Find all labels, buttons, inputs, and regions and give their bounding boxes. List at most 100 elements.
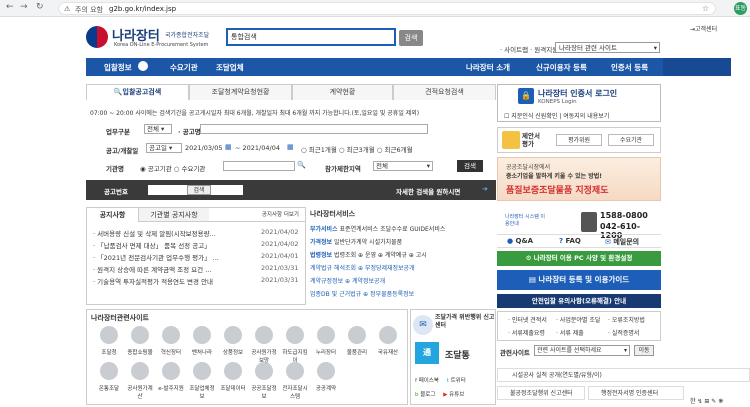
list-item[interactable]: · 「2021년 전문검사기관 업무수행 평가」 ...: [93, 252, 219, 262]
related-site-select[interactable]: 관련 사이트를 선택하세요 ▾: [534, 345, 630, 356]
date-to[interactable]: ~ 2021/04/04: [235, 144, 280, 152]
pc-spec-button[interactable]: ⚙ 나라장터 이용 PC 사양 및 환경설정: [497, 251, 661, 266]
related-site-icon[interactable]: [317, 326, 335, 344]
nav-bid-info[interactable]: 입찰정보: [104, 62, 132, 73]
service-row[interactable]: 계약법규 해석조회 ⊕ 부정당제재정보공개: [310, 263, 415, 272]
profile-avatar[interactable]: 표동: [734, 2, 747, 15]
list-item[interactable]: · 기술용역 투자실적평가 적용연도 변경 안내: [93, 276, 213, 286]
work-type-select[interactable]: 전체 ▾: [144, 124, 172, 134]
related-site-label[interactable]: 물품관리: [342, 348, 372, 356]
calendar-icon[interactable]: ▦: [287, 143, 294, 151]
quick-link[interactable]: · 인터넷 견적서: [508, 315, 547, 324]
related-site-label[interactable]: 공사원가계산: [125, 384, 155, 400]
tab-agency-notices[interactable]: 기관별 공지사항: [139, 208, 209, 222]
nav-about[interactable]: 나라장터 소개: [466, 62, 510, 73]
related-sites-select[interactable]: 나라장터 관련 사이트 ▾: [555, 42, 660, 53]
twitter-icon[interactable]: t: [447, 378, 449, 384]
period-type-select[interactable]: 공고일 ▾: [146, 143, 182, 153]
facebook-icon[interactable]: f: [415, 378, 417, 384]
service-row[interactable]: 법령정보 법령조회 ⊕ 운영 ⊕ 계약예규 ⊕ 고시: [310, 250, 427, 259]
related-site-label[interactable]: 전자조달시스템: [280, 384, 310, 400]
related-site-label[interactable]: 온통조달: [94, 384, 124, 392]
qna-link[interactable]: ● Q&A: [507, 237, 533, 245]
tab-bid-notice[interactable]: 🔍입찰공고검색: [86, 84, 189, 100]
related-site-icon[interactable]: [348, 326, 366, 344]
related-site-label[interactable]: 벤처나라: [187, 348, 217, 356]
agency-input[interactable]: [223, 161, 295, 171]
tab-contract-status[interactable]: 계약현황: [292, 84, 393, 100]
search-icon[interactable]: 🔍: [297, 161, 306, 169]
related-site-icon[interactable]: [162, 326, 180, 344]
eval-agency-button[interactable]: 수요기관: [608, 134, 654, 146]
related-site-icon[interactable]: [193, 326, 211, 344]
related-site-icon[interactable]: [100, 362, 118, 380]
notice-name-input[interactable]: [200, 124, 428, 134]
nav-cert-register[interactable]: 인증서 등록: [611, 62, 648, 73]
tab-contract-request[interactable]: 조달청계약요청현황: [189, 84, 292, 100]
quick-link[interactable]: · 사업분야별 조달: [556, 315, 600, 324]
lang-switch[interactable]: 한 ↯ ⊞ ✎ ❋: [690, 396, 723, 405]
related-site-label[interactable]: 상품정보: [218, 348, 248, 356]
region-select[interactable]: 전체 ▾: [373, 161, 433, 171]
related-site-icon[interactable]: [193, 362, 211, 380]
quick-link[interactable]: · 실적증명서: [608, 328, 639, 337]
search-scope[interactable]: 통합검색: [229, 31, 269, 43]
list-item[interactable]: · 원격지 상승에 따른 계약금액 조정 요건 ...: [93, 264, 211, 274]
related-site-icon[interactable]: [162, 362, 180, 380]
back-icon[interactable]: ←: [6, 2, 14, 12]
app-name[interactable]: 조달통: [445, 348, 470, 361]
login-options[interactable]: ☐ 지문인식 신원확인 | 여동지의 내용보기: [504, 111, 609, 120]
service-row[interactable]: 계약규정정보 ⊕ 계약정보공개: [310, 276, 385, 285]
faq-link[interactable]: ? FAQ: [559, 237, 581, 245]
blog-icon[interactable]: b: [415, 392, 419, 398]
service-row[interactable]: 가격정보 일반단가계약 시설가치물품: [310, 237, 402, 246]
related-site-label[interactable]: 조달데이터: [218, 384, 248, 392]
related-site-label[interactable]: 누리장터: [311, 348, 341, 356]
service-row[interactable]: 업종DB 및 근거법규 ⊕ 정부물품등록정보: [310, 289, 414, 298]
report-unfair-link[interactable]: 불공정조달행위 신고센터: [497, 386, 585, 400]
related-site-icon[interactable]: [255, 362, 273, 380]
reload-icon[interactable]: ↻: [36, 2, 44, 12]
related-site-label[interactable]: 조달업체정보: [187, 384, 217, 400]
tab-notices[interactable]: 공지사항: [87, 208, 139, 222]
range-options[interactable]: ○ 최근1개월 ○ 최근3개월 ○ 최근6개월: [301, 144, 413, 154]
report-center-link[interactable]: 조달가격 위반행위 신고센터: [435, 314, 495, 330]
related-site-icon[interactable]: [224, 326, 242, 344]
forward-icon[interactable]: →: [20, 2, 28, 12]
safe-bid-alert[interactable]: 안전입찰 유의사항(오류해결) 안내: [497, 294, 661, 308]
related-site-label[interactable]: 조달청: [94, 348, 124, 356]
related-site-label[interactable]: e-발주지원: [156, 384, 186, 392]
go-button[interactable]: 이동: [634, 345, 654, 356]
related-site-icon[interactable]: [317, 362, 335, 380]
agency-options[interactable]: ◉ 공고기관 ○ 수요기관: [140, 163, 205, 173]
notices-more-link[interactable]: 공지사항 더보기: [209, 208, 305, 222]
user-guide-button[interactable]: ▤ 나라장터 등록 및 이용가이드: [497, 270, 661, 290]
related-site-icon[interactable]: [255, 326, 273, 344]
related-site-icon[interactable]: [131, 326, 149, 344]
related-site-icon[interactable]: [286, 362, 304, 380]
customer-center-link[interactable]: ⇥고객센터: [690, 24, 717, 33]
related-site-icon[interactable]: [100, 326, 118, 344]
list-item[interactable]: · 「납품검사 면제 대상」 품목 선정 공고」: [93, 240, 211, 250]
tab-quote-request[interactable]: 견적요청검색: [393, 84, 496, 100]
quick-link[interactable]: · 서류 제출: [556, 328, 584, 337]
search-button[interactable]: 검색: [399, 30, 423, 46]
nav-demand-agency[interactable]: 수요기관: [170, 62, 198, 73]
related-site-label[interactable]: 공공계약: [311, 384, 341, 392]
nav-new-user[interactable]: 신규이용자 등록: [536, 62, 587, 73]
construction-results-link[interactable]: 시설공사 실적 공개(연도별/유형/이): [497, 368, 750, 382]
sitemap-link[interactable]: · 사이트맵 · 원격지원: [500, 44, 558, 54]
related-site-label[interactable]: 종합쇼핑몰: [125, 348, 155, 356]
detail-search-link[interactable]: 자세한 검색을 원하시면: [396, 186, 460, 196]
related-site-icon[interactable]: [224, 362, 242, 380]
calendar-icon[interactable]: ▦: [225, 143, 232, 151]
list-item[interactable]: · 서버용량 신설 및 삭제 알림(시작보정용량...: [93, 228, 216, 238]
service-row[interactable]: 부가서비스 표준연계서비스 조달수수료 GUIDE서비스: [310, 224, 445, 233]
e-signature-link[interactable]: 행정전자서명 인증센터: [588, 386, 684, 400]
search-input[interactable]: [270, 31, 392, 43]
quick-link[interactable]: · 서류제출요령: [508, 328, 545, 337]
address-bar[interactable]: ⚠ 주의 요함 g2b.go.kr/index.jsp ☆: [58, 2, 716, 15]
search-submit-button[interactable]: 검색: [457, 160, 483, 172]
related-site-icon[interactable]: [379, 326, 397, 344]
date-from[interactable]: 2021/03/05: [185, 144, 222, 152]
